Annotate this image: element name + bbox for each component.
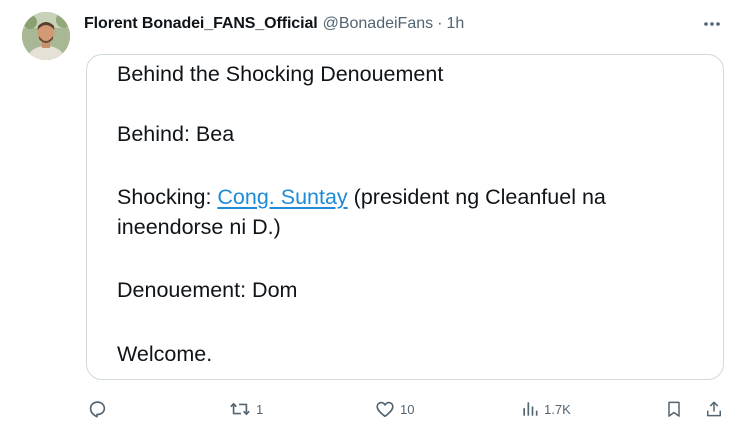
retweet-button[interactable]: 1 <box>228 396 263 422</box>
card-line-behind: Behind: Bea <box>117 122 235 146</box>
author-display-name[interactable]: Florent Bonadei_FANS_Official <box>84 15 318 33</box>
shocking-suffix: (president ng Cleanfuel na <box>347 185 606 209</box>
card-title: Behind the Shocking Denouement <box>117 62 444 86</box>
separator-dot: · <box>437 15 443 32</box>
bookmark-button[interactable] <box>664 396 684 422</box>
retweet-icon <box>230 402 250 416</box>
mention-link[interactable]: Cong. Suntay <box>217 185 347 209</box>
card-line-denouement: Denouement: Dom <box>117 278 298 302</box>
timestamp[interactable]: 1h <box>446 15 464 33</box>
share-button[interactable] <box>704 396 724 422</box>
avatar-photo <box>22 12 70 60</box>
more-dots-icon <box>704 22 720 26</box>
shocking-prefix: Shocking: <box>117 185 218 209</box>
tweet-image-card[interactable]: Behind the Shocking Denouement Behind: B… <box>86 54 724 380</box>
card-line-shocking-continued: ineendorse ni D.) <box>117 215 281 239</box>
tweet-header: Florent Bonadei_FANS_Official @BonadeiFa… <box>84 13 464 35</box>
like-button[interactable]: 10 <box>374 396 414 422</box>
avatar[interactable] <box>22 12 70 60</box>
bookmark-icon <box>668 401 680 417</box>
heart-icon <box>376 401 394 418</box>
retweet-count: 1 <box>256 401 264 417</box>
views-icon <box>523 402 538 416</box>
card-line-welcome: Welcome. <box>117 342 213 366</box>
like-count: 10 <box>400 401 415 417</box>
author-handle[interactable]: @BonadeiFans <box>323 15 434 33</box>
reply-icon <box>89 401 106 418</box>
views-count: 1.7K <box>544 401 571 417</box>
reply-button[interactable] <box>86 396 108 422</box>
more-options-button[interactable] <box>698 14 726 34</box>
card-line-shocking: Shocking: Cong. Suntay (president ng Cle… <box>117 182 606 212</box>
views-button[interactable]: 1.7K <box>520 396 571 422</box>
share-icon <box>707 401 721 417</box>
tweet-action-bar: 1 10 1.7K <box>0 396 750 422</box>
